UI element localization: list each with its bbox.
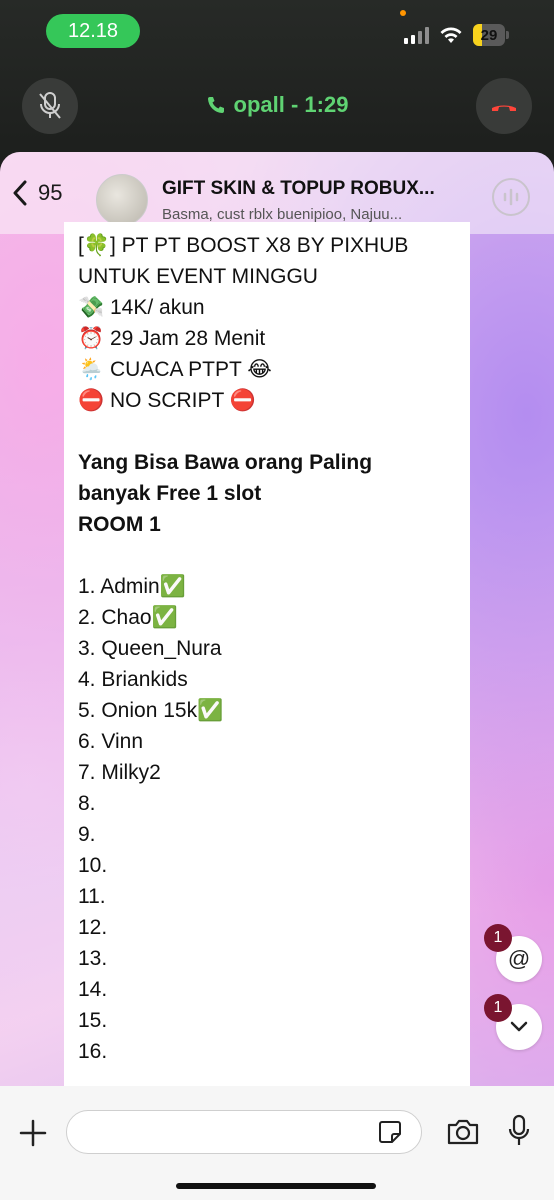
sticker-icon[interactable] bbox=[378, 1120, 402, 1144]
message-line: ⛔ NO SCRIPT ⛔ bbox=[78, 389, 256, 412]
list-item: 3. Queen_Nura bbox=[78, 637, 222, 660]
battery-icon: 29 bbox=[473, 24, 509, 46]
list-item: 13. bbox=[78, 947, 108, 970]
scroll-down-badge: 1 bbox=[484, 994, 512, 1022]
cellular-signal-icon bbox=[404, 26, 429, 44]
at-sign-icon: @ bbox=[507, 946, 531, 971]
message-line-bold: banyak Free 1 slot bbox=[78, 482, 262, 505]
voice-chat-button[interactable] bbox=[492, 178, 530, 216]
wifi-icon bbox=[440, 27, 462, 43]
camera-icon[interactable] bbox=[446, 1118, 480, 1146]
status-time[interactable]: 12.18 bbox=[46, 14, 140, 48]
call-label: opall - 1:29 bbox=[233, 92, 349, 117]
unread-count: 95 bbox=[38, 180, 63, 205]
group-avatar[interactable] bbox=[96, 174, 148, 226]
message-line: UNTUK EVENT MINGGU bbox=[78, 265, 318, 288]
message-line: 💸 14K/ akun bbox=[78, 296, 205, 319]
message-input[interactable] bbox=[66, 1110, 422, 1154]
list-item: 6. Vinn bbox=[78, 730, 143, 753]
end-call-icon bbox=[492, 105, 516, 111]
voice-chat-icon bbox=[503, 188, 519, 206]
group-info[interactable]: GIFT SKIN & TOPUP ROBUX... Basma, cust r… bbox=[162, 178, 462, 223]
mic-icon[interactable] bbox=[508, 1114, 530, 1148]
message-line: ⏰ 29 Jam 28 Menit bbox=[78, 327, 266, 350]
chevron-left-icon bbox=[13, 180, 27, 206]
battery-percent: 29 bbox=[480, 26, 498, 44]
list-item: 1. Admin✅ bbox=[78, 575, 186, 598]
plus-icon[interactable] bbox=[18, 1118, 48, 1148]
list-item: 10. bbox=[78, 854, 108, 877]
call-status[interactable]: opall - 1:29 bbox=[0, 92, 554, 118]
list-item: 12. bbox=[78, 916, 108, 939]
message-line-bold: Yang Bisa Bawa orang Paling bbox=[78, 451, 373, 474]
list-item: 11. bbox=[78, 885, 106, 908]
list-item: 14. bbox=[78, 978, 108, 1001]
message-line-bold: ROOM 1 bbox=[78, 513, 161, 536]
status-icons: 29 bbox=[404, 24, 509, 46]
list-item: 4. Briankids bbox=[78, 668, 188, 691]
list-item: 9. bbox=[78, 823, 96, 846]
mic-indicator-dot bbox=[400, 10, 406, 16]
chat-view: 95 GIFT SKIN & TOPUP ROBUX... Basma, cus… bbox=[0, 152, 554, 1200]
end-call-button[interactable] bbox=[476, 78, 532, 134]
mentions-badge: 1 bbox=[484, 924, 512, 952]
phone-icon bbox=[207, 97, 224, 113]
home-indicator[interactable] bbox=[176, 1183, 376, 1189]
back-button[interactable]: 95 bbox=[12, 180, 62, 206]
message-line: 🌦️ CUACA PTPT 😂 bbox=[78, 358, 272, 381]
ongoing-call-banner: 12.18 29 opall - 1:29 bbox=[0, 0, 554, 160]
group-members: Basma, cust rblx buenipioo, Najuu... bbox=[162, 206, 403, 223]
list-item: 5. Onion 15k✅ bbox=[78, 699, 224, 722]
list-item: 2. Chao✅ bbox=[78, 606, 178, 629]
list-item: 15. bbox=[78, 1009, 108, 1032]
list-item: 7. Milky2 bbox=[78, 761, 161, 784]
list-item: 16. bbox=[78, 1040, 108, 1063]
message-line: [🍀] PT PT BOOST X8 BY PIXHUB bbox=[78, 234, 409, 257]
group-name: GIFT SKIN & TOPUP ROBUX... bbox=[162, 178, 435, 199]
chevron-down-icon bbox=[510, 1021, 528, 1032]
message-bubble[interactable]: [🍀] PT PT BOOST X8 BY PIXHUB UNTUK EVENT… bbox=[64, 222, 470, 1152]
list-item: 8. bbox=[78, 792, 96, 815]
